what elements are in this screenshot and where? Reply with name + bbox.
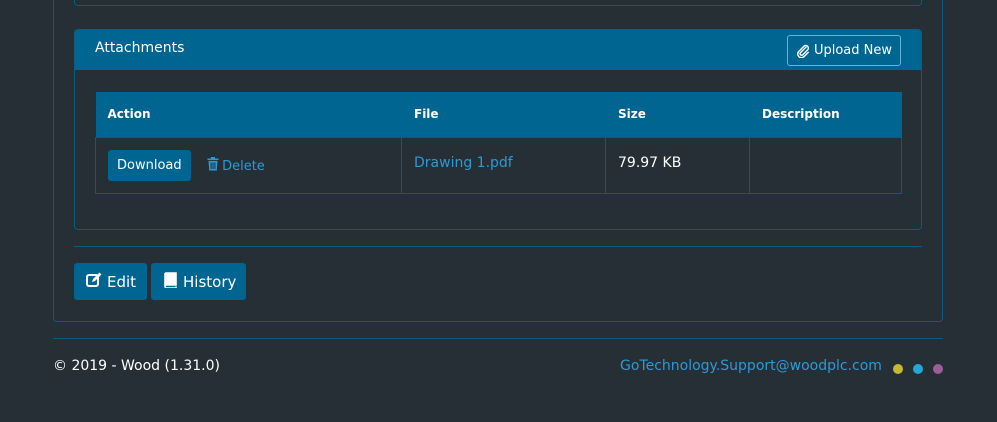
theme-dot-purple[interactable] — [933, 364, 943, 374]
upload-new-button[interactable]: Upload New — [786, 35, 901, 66]
size-cell: 79.97 KB — [605, 136, 750, 194]
file-size: 79.97 KB — [618, 155, 682, 171]
book-icon — [163, 271, 178, 292]
column-header-action: Action — [95, 92, 402, 137]
attachments-header: Attachments Upload New — [75, 30, 921, 70]
file-cell: Drawing 1.pdf — [401, 136, 606, 194]
column-header-size: Size — [605, 92, 750, 137]
footer-divider — [53, 338, 943, 339]
delete-link[interactable]: Delete — [207, 157, 265, 175]
paperclip-icon — [796, 44, 810, 58]
edit-icon — [86, 272, 102, 292]
theme-dot-yellow[interactable] — [893, 364, 903, 374]
download-button[interactable]: Download — [108, 149, 191, 181]
copyright-text: © 2019 - Wood (1.31.0) — [53, 358, 220, 374]
history-button[interactable]: History — [151, 263, 246, 300]
support-email-link[interactable]: GoTechnology.Support@woodplc.com — [620, 358, 882, 374]
file-link[interactable]: Drawing 1.pdf — [414, 155, 513, 171]
table-row: Download Delete Drawing 1.pdf 79.97 KB — [95, 136, 902, 194]
history-label: History — [183, 272, 237, 291]
section-divider — [74, 246, 922, 247]
attachments-table: Action File Size Description Download De… — [95, 92, 902, 194]
action-cell: Download Delete — [95, 136, 402, 194]
edit-button[interactable]: Edit — [74, 263, 147, 300]
trash-icon — [207, 157, 219, 175]
column-header-file: File — [401, 92, 606, 137]
previous-panel-edge — [74, 0, 922, 6]
edit-label: Edit — [107, 272, 137, 291]
description-cell — [749, 136, 902, 194]
upload-new-label: Upload New — [813, 43, 892, 58]
table-header-row: Action File Size Description — [95, 92, 902, 137]
attachments-title: Attachments — [95, 40, 185, 56]
column-header-description: Description — [749, 92, 902, 137]
theme-dot-blue[interactable] — [913, 364, 923, 374]
delete-label: Delete — [222, 158, 265, 174]
